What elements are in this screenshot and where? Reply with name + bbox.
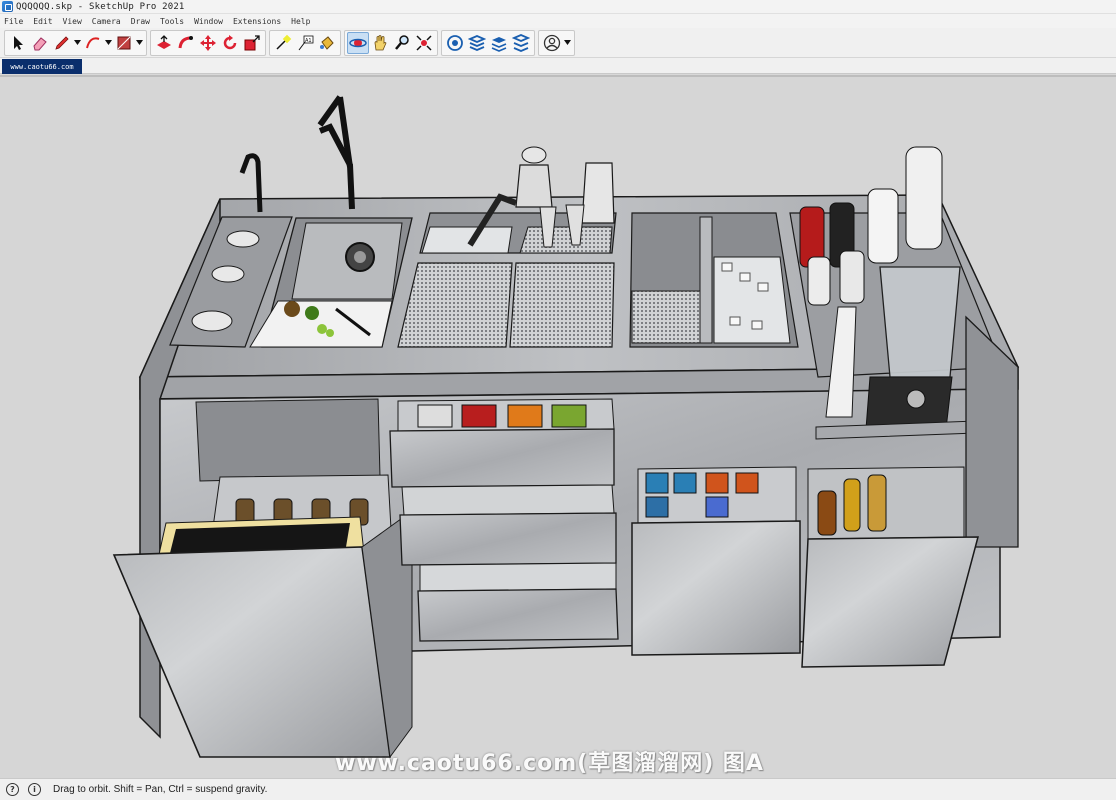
bar-counter-model: [112, 95, 1020, 759]
status-bar: ? i Drag to orbit. Shift = Pan, Ctrl = s…: [0, 778, 1116, 800]
geolocation-icon[interactable]: ?: [6, 783, 19, 796]
menu-edit[interactable]: Edit: [33, 17, 52, 26]
scene-tab[interactable]: www.caotu66.com: [2, 59, 82, 74]
menu-tools[interactable]: Tools: [160, 17, 184, 26]
arc-dropdown-icon[interactable]: [104, 32, 113, 54]
toolbar-group-principal: [4, 29, 147, 56]
title-bar: QQQQQQ.skp - SketchUp Pro 2021: [0, 0, 1116, 14]
zoom-extents-icon[interactable]: [413, 32, 435, 54]
menu-window[interactable]: Window: [194, 17, 223, 26]
follow-me-icon[interactable]: [175, 32, 197, 54]
user-account-icon[interactable]: [541, 32, 563, 54]
window-title: QQQQQQ.skp - SketchUp Pro 2021: [16, 1, 185, 12]
menu-bar: File Edit View Camera Draw Tools Window …: [0, 14, 1116, 28]
menu-camera[interactable]: Camera: [92, 17, 121, 26]
scene-tab-strip: www.caotu66.com: [0, 58, 1116, 74]
paint-bucket-icon[interactable]: [316, 32, 338, 54]
watermark-text: www.caotu66.com(草图溜溜网) 图A: [335, 751, 764, 776]
account-dropdown-icon[interactable]: [563, 32, 572, 54]
main-toolbar: A1: [0, 28, 1116, 58]
menu-view[interactable]: View: [63, 17, 82, 26]
push-pull-icon[interactable]: [153, 32, 175, 54]
3d-warehouse-icon[interactable]: [444, 32, 466, 54]
rectangle-dropdown-icon[interactable]: [135, 32, 144, 54]
tape-measure-icon[interactable]: [272, 32, 294, 54]
rectangle-icon[interactable]: [113, 32, 135, 54]
pan-icon[interactable]: [369, 32, 391, 54]
scale-icon[interactable]: [241, 32, 263, 54]
zoom-icon[interactable]: [391, 32, 413, 54]
pencil-line-icon[interactable]: [51, 32, 73, 54]
status-message: Drag to orbit. Shift = Pan, Ctrl = suspe…: [53, 784, 268, 795]
toolbar-group-modify: [150, 29, 266, 56]
eraser-icon[interactable]: [29, 32, 51, 54]
menu-help[interactable]: Help: [291, 17, 310, 26]
menu-draw[interactable]: Draw: [131, 17, 150, 26]
text-label-icon[interactable]: A1: [294, 32, 316, 54]
model-viewport[interactable]: www.caotu66.com(草图溜溜网) 图A: [0, 75, 1116, 778]
extension-warehouse-icon[interactable]: [466, 32, 488, 54]
layout-icon[interactable]: [488, 32, 510, 54]
orbit-icon[interactable]: [347, 31, 369, 54]
extension-manager-icon[interactable]: [510, 32, 532, 54]
select-icon[interactable]: [7, 32, 29, 54]
pencil-dropdown-icon[interactable]: [73, 32, 82, 54]
credits-info-icon[interactable]: i: [28, 783, 41, 796]
menu-extensions[interactable]: Extensions: [233, 17, 281, 26]
svg-text:A1: A1: [305, 38, 312, 44]
toolbar-group-construction: A1: [269, 29, 341, 56]
toolbar-group-warehouse: [441, 29, 535, 56]
toolbar-group-account: [538, 29, 575, 56]
move-icon[interactable]: [197, 32, 219, 54]
arc-icon[interactable]: [82, 32, 104, 54]
sketchup-logo-icon: [2, 1, 13, 12]
menu-file[interactable]: File: [4, 17, 23, 26]
toolbar-group-camera: [344, 29, 438, 56]
rotate-icon[interactable]: [219, 32, 241, 54]
